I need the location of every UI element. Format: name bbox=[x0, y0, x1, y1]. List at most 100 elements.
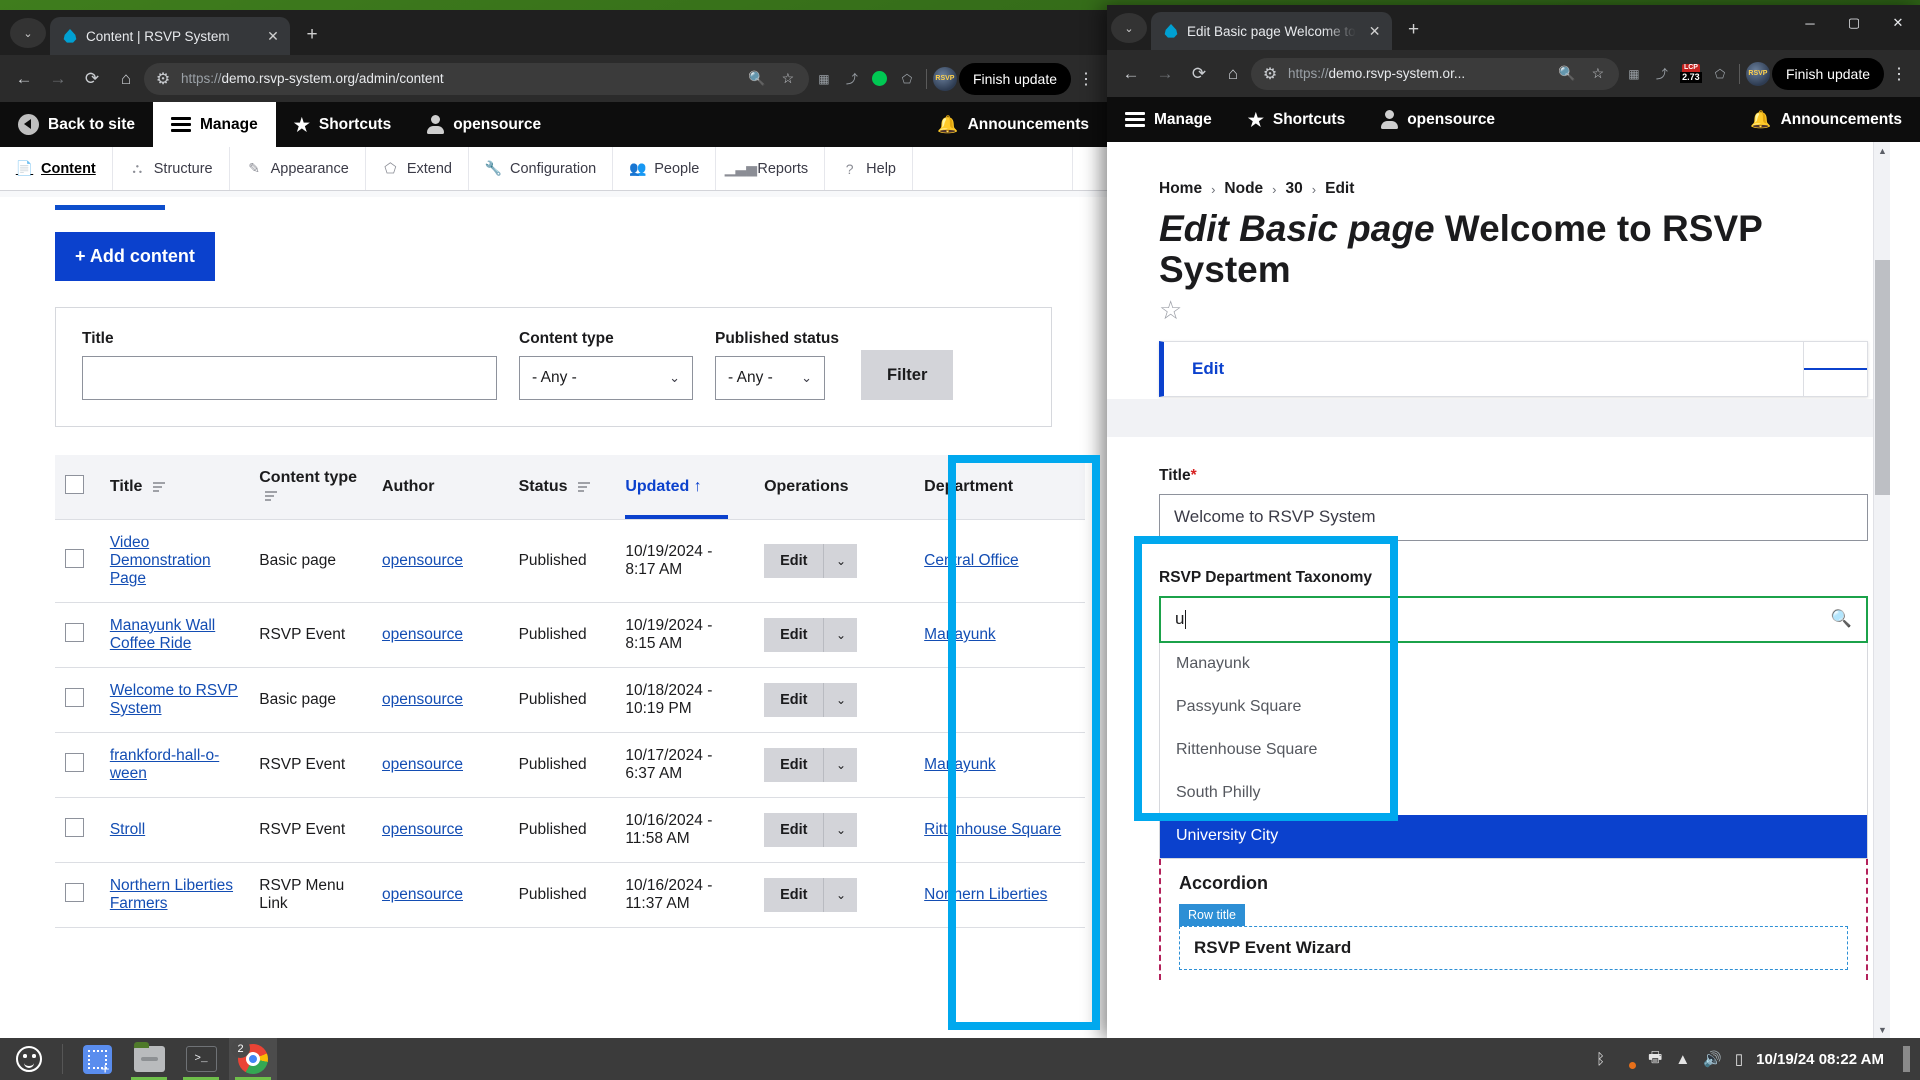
extension-grid-icon[interactable]: ▦ bbox=[1621, 59, 1647, 89]
row-title-link[interactable]: Manayunk Wall Coffee Ride bbox=[110, 617, 215, 652]
minimize-icon[interactable]: ─ bbox=[1788, 5, 1832, 41]
row-author-link[interactable]: opensource bbox=[382, 552, 463, 569]
profile-avatar[interactable]: RSVP bbox=[1745, 61, 1770, 86]
header-title[interactable]: Title bbox=[99, 455, 250, 520]
filter-content-type-select[interactable]: - Any - ⌄ bbox=[519, 356, 693, 400]
close-window-icon[interactable]: ✕ bbox=[1876, 5, 1920, 41]
new-tab-button[interactable]: + bbox=[298, 21, 326, 49]
breadcrumb-item-home[interactable]: Home bbox=[1159, 180, 1202, 198]
shortcuts-tab[interactable]: ★ Shortcuts bbox=[276, 102, 409, 147]
row-author-link[interactable]: opensource bbox=[382, 886, 463, 903]
row-checkbox[interactable] bbox=[65, 623, 84, 642]
shield-icon[interactable] bbox=[1618, 1050, 1637, 1069]
menu-item-structure[interactable]: ⛬ Structure bbox=[113, 147, 230, 190]
operations-dropdown-icon[interactable]: ⌄ bbox=[823, 748, 858, 782]
row-department-link[interactable]: Manayunk bbox=[924, 756, 996, 773]
operations-dropdown-icon[interactable]: ⌄ bbox=[823, 544, 858, 578]
browser-tab-edit[interactable]: Edit Basic page Welcome to ✕ bbox=[1151, 12, 1392, 50]
taxonomy-autocomplete-input[interactable]: u 🔍 bbox=[1159, 595, 1868, 643]
title-input[interactable]: Welcome to RSVP System bbox=[1159, 493, 1868, 541]
filter-title-input[interactable] bbox=[82, 356, 497, 400]
autocomplete-option-selected[interactable]: University City bbox=[1160, 814, 1867, 858]
tab-search-button[interactable]: ⌄ bbox=[1111, 13, 1147, 43]
address-bar[interactable]: ⚙ https://demo.rsvp-system.org/admin/con… bbox=[144, 62, 809, 95]
row-edit-button[interactable]: Edit bbox=[764, 544, 824, 578]
address-bar[interactable]: ⚙ https://demo.rsvp-system.or... 🔍 ☆ bbox=[1251, 57, 1619, 90]
menu-item-configuration[interactable]: 🔧 Configuration bbox=[469, 147, 614, 190]
new-tab-button[interactable]: + bbox=[1400, 16, 1428, 44]
manage-tab[interactable]: Manage bbox=[153, 102, 276, 147]
autocomplete-option[interactable]: Passyunk Square bbox=[1160, 686, 1867, 729]
site-info-icon[interactable]: ⚙ bbox=[1261, 65, 1279, 83]
row-title-link[interactable]: Northern Liberties Farmers bbox=[110, 877, 233, 912]
menu-item-help[interactable]: ? Help bbox=[825, 147, 913, 190]
extensions-puzzle-icon[interactable]: ⬠ bbox=[894, 64, 920, 94]
volume-icon[interactable]: 🔊 bbox=[1703, 1050, 1722, 1068]
back-to-site-button[interactable]: Back to site bbox=[0, 102, 153, 147]
bookmark-star-icon[interactable]: ☆ bbox=[1587, 63, 1609, 85]
shortcuts-tab[interactable]: ★ Shortcuts bbox=[1230, 97, 1363, 142]
breadcrumb-item-nid[interactable]: 30 bbox=[1286, 180, 1303, 198]
scroll-down-arrow-icon[interactable]: ▼ bbox=[1874, 1021, 1891, 1038]
forward-icon[interactable]: → bbox=[42, 63, 74, 95]
header-content-type[interactable]: Content type bbox=[249, 455, 372, 520]
row-checkbox[interactable] bbox=[65, 818, 84, 837]
row-edit-button[interactable]: Edit bbox=[764, 618, 824, 652]
header-updated[interactable]: Updated ↑ bbox=[615, 455, 755, 520]
manage-tab[interactable]: Manage bbox=[1107, 97, 1230, 142]
row-author-link[interactable]: opensource bbox=[382, 691, 463, 708]
taskbar-item-terminal[interactable]: >_ bbox=[177, 1038, 225, 1080]
share-icon[interactable]: ⤴ bbox=[1649, 59, 1675, 89]
zoom-icon[interactable]: 🔍 bbox=[746, 68, 768, 90]
menu-item-appearance[interactable]: ✎ Appearance bbox=[230, 147, 366, 190]
filter-published-status-select[interactable]: - Any - ⌄ bbox=[715, 356, 825, 400]
row-title-link[interactable]: Video Demonstration Page bbox=[110, 534, 211, 587]
show-desktop-grip[interactable] bbox=[1903, 1046, 1910, 1072]
announcements-tab[interactable]: 🔔 Announcements bbox=[919, 102, 1107, 147]
zoom-icon[interactable]: 🔍 bbox=[1556, 63, 1578, 85]
row-title-link[interactable]: Stroll bbox=[110, 821, 145, 838]
add-content-button[interactable]: + Add content bbox=[55, 232, 215, 281]
tab-close-icon[interactable]: ✕ bbox=[262, 25, 284, 47]
header-status[interactable]: Status bbox=[508, 455, 616, 520]
finish-update-button[interactable]: Finish update bbox=[1771, 57, 1884, 90]
scrollbar-thumb[interactable] bbox=[1875, 260, 1890, 495]
announcements-tab[interactable]: 🔔 Announcements bbox=[1732, 97, 1920, 142]
chrome-menu-icon[interactable]: ⋮ bbox=[1886, 58, 1912, 90]
app-menu-button[interactable] bbox=[0, 1038, 58, 1080]
tab-search-button[interactable]: ⌄ bbox=[10, 18, 46, 48]
favorite-star-icon[interactable]: ☆ bbox=[1107, 291, 1920, 323]
filter-submit-button[interactable]: Filter bbox=[861, 350, 954, 400]
taskbar-item-file-manager[interactable] bbox=[125, 1038, 173, 1080]
home-icon[interactable]: ⌂ bbox=[1217, 58, 1249, 90]
page-scrollbar[interactable]: ▲ ▼ bbox=[1873, 142, 1890, 1038]
row-author-link[interactable]: opensource bbox=[382, 626, 463, 643]
row-author-link[interactable]: opensource bbox=[382, 821, 463, 838]
menu-item-reports[interactable]: ▁▃▅ Reports bbox=[716, 147, 826, 190]
tab-close-icon[interactable]: ✕ bbox=[1364, 20, 1386, 42]
autocomplete-option[interactable]: South Philly bbox=[1160, 772, 1867, 815]
home-icon[interactable]: ⌂ bbox=[110, 63, 142, 95]
local-tasks-menu-icon[interactable] bbox=[1803, 341, 1867, 396]
share-icon[interactable]: ⤴ bbox=[839, 64, 865, 94]
back-icon[interactable]: ← bbox=[1115, 58, 1147, 90]
menu-item-extend[interactable]: ⬠ Extend bbox=[366, 147, 469, 190]
bookmark-star-icon[interactable]: ☆ bbox=[777, 68, 799, 90]
autocomplete-option[interactable]: Manayunk bbox=[1160, 643, 1867, 686]
scroll-up-arrow-icon[interactable]: ▲ bbox=[1874, 142, 1891, 159]
row-checkbox[interactable] bbox=[65, 883, 84, 902]
menu-item-content[interactable]: 📄 Content bbox=[0, 147, 113, 190]
chrome-menu-icon[interactable]: ⋮ bbox=[1073, 63, 1099, 95]
row-author-link[interactable]: opensource bbox=[382, 756, 463, 773]
header-author[interactable]: Author bbox=[371, 455, 509, 520]
breadcrumb-item-edit[interactable]: Edit bbox=[1325, 180, 1354, 198]
tab-edit[interactable]: Edit bbox=[1164, 359, 1252, 379]
row-edit-button[interactable]: Edit bbox=[764, 813, 824, 847]
finish-update-button[interactable]: Finish update bbox=[958, 62, 1071, 95]
forward-icon[interactable]: → bbox=[1149, 58, 1181, 90]
menu-item-people[interactable]: 👥 People bbox=[613, 147, 717, 190]
row-edit-button[interactable]: Edit bbox=[764, 878, 824, 912]
profile-avatar[interactable]: RSVP bbox=[932, 66, 957, 91]
reload-icon[interactable]: ⟳ bbox=[1183, 58, 1215, 90]
battery-icon[interactable]: ▯ bbox=[1735, 1050, 1743, 1068]
